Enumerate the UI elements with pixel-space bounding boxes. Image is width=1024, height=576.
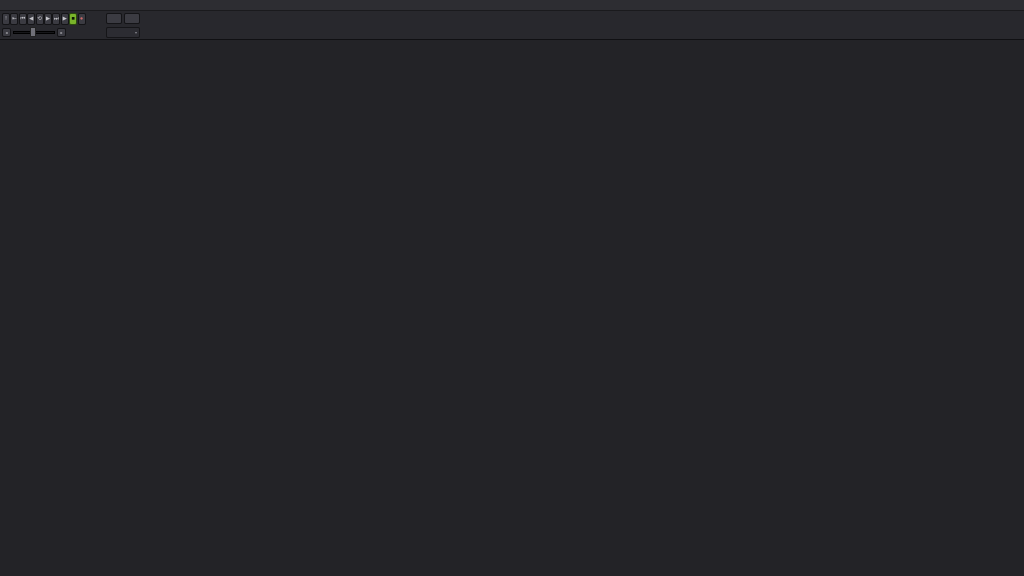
punch-in-button[interactable] xyxy=(106,13,122,24)
fast-forward-button[interactable]: ▶ xyxy=(44,13,52,25)
goto-zero-button[interactable]: ⇤ xyxy=(10,13,19,25)
transport-status xyxy=(68,29,84,37)
chevron-down-icon: ▾ xyxy=(134,30,137,35)
shuttle-handle[interactable] xyxy=(30,27,36,37)
play-button[interactable]: ▶ xyxy=(60,13,69,25)
arrangement-canvas[interactable] xyxy=(0,0,1024,576)
transport-toolbar: ! ⇤ ⏮ ◀ ⟲ ▶ ⏭ ▶ ■ ● ◂ ▸ ▾ xyxy=(0,11,1024,40)
punch-label xyxy=(86,15,104,23)
record-button[interactable]: ● xyxy=(77,13,86,25)
goto-end-button[interactable]: ⏭ xyxy=(52,13,61,25)
ardour-window: ! ⇤ ⏮ ◀ ⟲ ▶ ⏭ ▶ ■ ● ◂ ▸ ▾ xyxy=(0,0,1024,576)
goto-start-button[interactable]: ⏮ xyxy=(18,13,27,25)
punch-out-button[interactable] xyxy=(124,13,140,24)
stop-button[interactable]: ■ xyxy=(69,13,78,25)
rewind-button[interactable]: ◀ xyxy=(27,13,36,25)
shuttle-min-button[interactable]: ◂ xyxy=(2,28,11,37)
shuttle-vs-button[interactable]: ▸ xyxy=(57,28,66,37)
midi-panic-button[interactable]: ! xyxy=(2,13,10,25)
[object Object][interactable]: ▾ xyxy=(106,27,140,38)
menu-bar xyxy=(0,0,1024,11)
loop-toggle-button[interactable]: ⟲ xyxy=(35,13,44,25)
rec-mode-label xyxy=(86,29,104,37)
